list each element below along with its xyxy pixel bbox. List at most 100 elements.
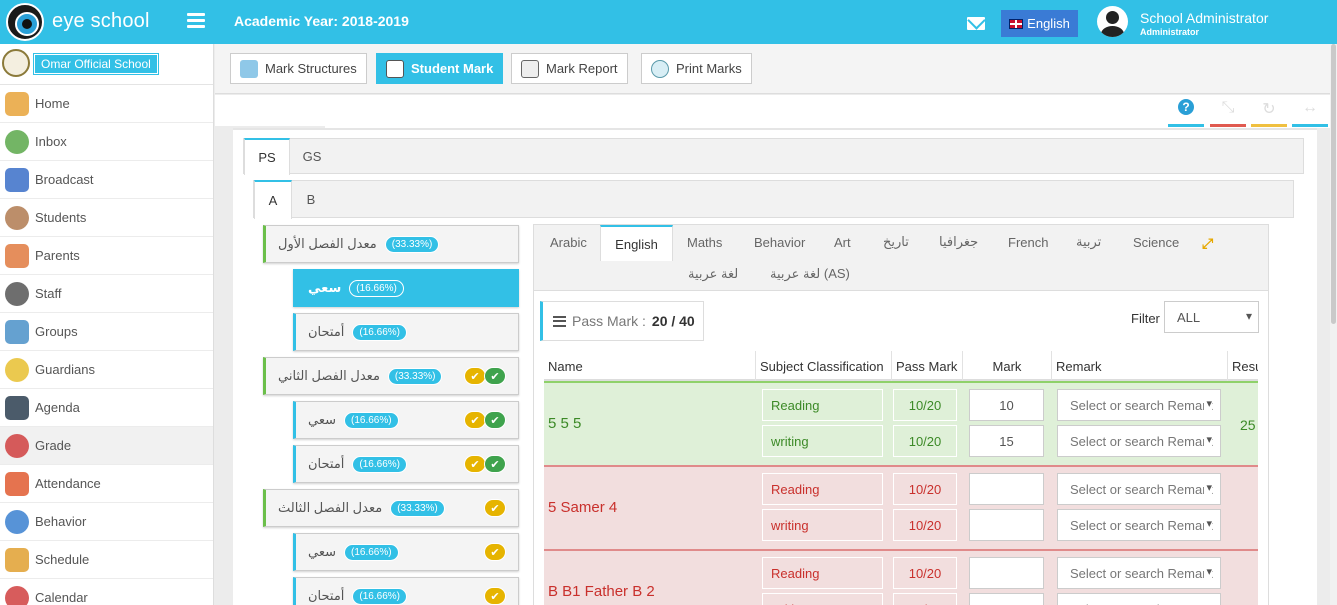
remark-select[interactable]: Select or search Remark [1057, 389, 1221, 421]
sidebar-item-students[interactable]: Students [0, 199, 213, 237]
table-header: Name Subject Classification Pass Mark Ma… [544, 351, 1258, 381]
sidebar-item-calendar[interactable]: Calendar [0, 579, 213, 605]
sidebar-item-staff[interactable]: Staff [0, 275, 213, 313]
mark-input[interactable] [969, 557, 1044, 589]
brand-name: eye school [52, 10, 150, 32]
subject-tab-5[interactable]: تاريخ [877, 225, 915, 259]
sidebar-item-grade[interactable]: Grade [0, 427, 213, 465]
tab-section-a[interactable]: A [254, 180, 292, 219]
mark-input[interactable] [969, 389, 1044, 421]
help-glyph: ? [1178, 99, 1194, 115]
mark-subcategory[interactable]: أمتحان (16.66%) ✔ [293, 577, 519, 605]
refresh-icon[interactable]: ↻ [1251, 97, 1287, 127]
resize-icon[interactable]: ↔ [1292, 97, 1328, 127]
groups-icon [5, 319, 29, 344]
pass-mark-cell: 10/20 [893, 389, 957, 421]
parents-icon [5, 243, 29, 268]
mark-input[interactable] [969, 473, 1044, 505]
sidebar-item-inbox[interactable]: Inbox [0, 123, 213, 161]
sidebar-item-agenda[interactable]: Agenda [0, 389, 213, 427]
sidebar-item-attendance[interactable]: Attendance [0, 465, 213, 503]
remark-select[interactable]: Select or search Remark [1057, 509, 1221, 541]
status-checks: ✔ ✔ [464, 411, 506, 429]
subject-tab-7[interactable]: French [1002, 225, 1054, 259]
mail-icon[interactable] [967, 17, 985, 30]
fullscreen-icon[interactable]: ⤡ [1210, 97, 1246, 127]
tab-gs[interactable]: GS [290, 138, 334, 174]
remark-select[interactable]: Select or search Remark [1057, 473, 1221, 505]
status-checks: ✔ [484, 543, 506, 561]
sidebar-item-label: Behavior [35, 514, 87, 529]
subject-tab-row2-0[interactable]: لغة عربية [682, 259, 744, 289]
subject-tab-4[interactable]: Art [828, 225, 857, 259]
sidebar-item-groups[interactable]: Groups [0, 313, 213, 351]
mark-input[interactable] [969, 509, 1044, 541]
mark-category[interactable]: معدل الفصل الثالث (33.33%) ✔ [263, 489, 519, 527]
mark-report-button[interactable]: Mark Report [511, 53, 628, 84]
mark-subcategory[interactable]: أمتحان (16.66%) ✔ ✔ [293, 445, 519, 483]
mark-category[interactable]: معدل الفصل الثاني (33.33%) ✔ ✔ [263, 357, 519, 395]
subject-tab-6[interactable]: جغرافيا [933, 225, 984, 259]
mark-input[interactable] [969, 425, 1044, 457]
subject-tab-2[interactable]: Maths [681, 225, 728, 259]
subject-tab-9[interactable]: Science [1127, 225, 1185, 259]
col-mark: Mark [963, 351, 1052, 381]
mark-input[interactable] [969, 593, 1044, 605]
subject-classification: Reading [762, 557, 883, 589]
print-marks-icon [651, 59, 669, 78]
tab-ps[interactable]: PS [244, 138, 290, 175]
school-name-badge[interactable]: Omar Official School [33, 53, 159, 75]
sidebar-item-behavior[interactable]: Behavior [0, 503, 213, 541]
sidebar-item-label: Students [35, 210, 87, 225]
sidebar-item-broadcast[interactable]: Broadcast [0, 161, 213, 199]
user-avatar-icon[interactable] [1097, 6, 1128, 37]
subject-tab-3[interactable]: Behavior [748, 225, 811, 259]
sidebar-item-label: Inbox [35, 134, 67, 149]
remark-select[interactable]: Select or search Remark [1057, 593, 1221, 605]
col-remark: Remark [1052, 351, 1228, 381]
mark-subcategory[interactable]: سعي (16.66%) ✔ [293, 533, 519, 571]
percent-badge: (33.33%) [384, 235, 440, 253]
help-icon[interactable]: ? [1168, 97, 1204, 127]
tab-section-b[interactable]: B [292, 180, 330, 218]
student-name: 5 Samer 4 [548, 499, 618, 516]
page-scrollbar[interactable] [1330, 44, 1337, 605]
filter-select[interactable]: ALL [1164, 301, 1259, 333]
subject-tab-8[interactable]: تربية [1070, 225, 1107, 259]
sidebar-item-label: Staff [35, 286, 62, 301]
col-subject-classification: Subject Classification [756, 351, 892, 381]
language-button[interactable]: English [1001, 10, 1078, 37]
mark-category[interactable]: معدل الفصل الأول (33.33%) [263, 225, 519, 263]
hamburger-menu-icon[interactable] [187, 13, 205, 29]
sidebar-item-schedule[interactable]: Schedule [0, 541, 213, 579]
remark-select[interactable]: Select or search Remark [1057, 425, 1221, 457]
mark-subcategory[interactable]: سعي (16.66%) ✔ ✔ [293, 401, 519, 439]
print-marks-button[interactable]: Print Marks [641, 53, 752, 84]
refresh-bar [1251, 124, 1287, 127]
mark-structures-button[interactable]: Mark Structures [230, 53, 367, 84]
scrollbar-thumb[interactable] [1331, 44, 1336, 324]
status-checks: ✔ [484, 499, 506, 517]
school-logo-icon [2, 49, 30, 77]
subject-tab-0[interactable]: Arabic [544, 225, 593, 259]
remark-select[interactable]: Select or search Remark [1057, 557, 1221, 589]
sidebar-item-guardians[interactable]: Guardians [0, 351, 213, 389]
percent-badge: (33.33%) [387, 367, 443, 385]
sidebar-item-home[interactable]: Home [0, 85, 213, 123]
student-mark-button[interactable]: Student Mark [376, 53, 504, 84]
mark-subcategory[interactable]: سعي (16.66%) [293, 269, 519, 307]
subject-tab-row2-1[interactable]: لغة عربية (AS) [764, 259, 856, 289]
mark-subcategory[interactable]: أمتحان (16.66%) [293, 313, 519, 351]
check-yellow-icon: ✔ [484, 499, 506, 517]
student-name: B B1 Father B 2 [548, 583, 655, 600]
uk-flag-icon [1009, 18, 1024, 29]
eye-school-logo-icon[interactable] [6, 3, 44, 41]
language-label: English [1027, 16, 1070, 31]
fullscreen-bar [1210, 124, 1246, 127]
subject-tab-1[interactable]: English [600, 225, 673, 261]
sidebar-item-parents[interactable]: Parents [0, 237, 213, 275]
expand-icon[interactable]: ⤢ [1202, 236, 1214, 250]
status-checks: ✔ ✔ [464, 455, 506, 473]
guardians-icon [5, 357, 29, 382]
user-name[interactable]: School Administrator [1140, 10, 1268, 26]
